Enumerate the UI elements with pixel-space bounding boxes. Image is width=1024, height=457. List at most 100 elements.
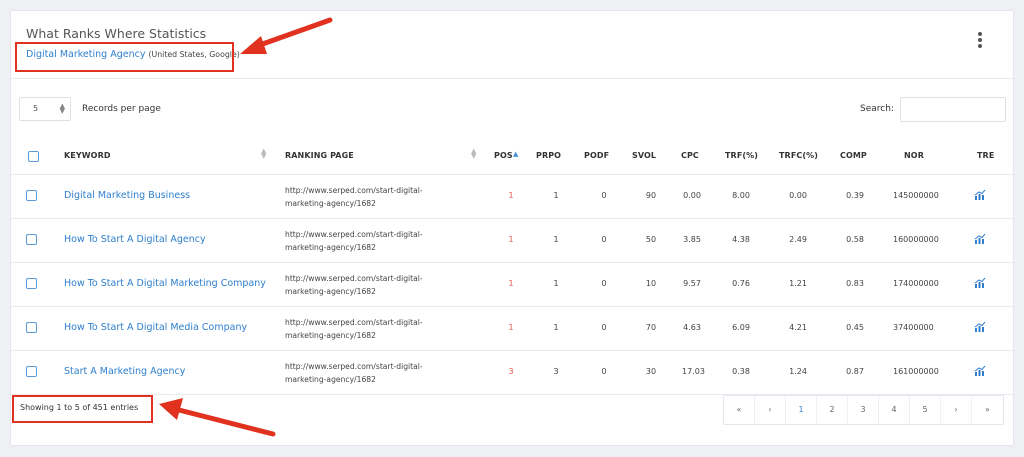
cell-nor: 145000000 [893,191,939,200]
select-all-checkbox[interactable] [28,151,39,162]
cell-comp: 0.83 [846,279,864,288]
col-keyword[interactable]: KEYWORD [64,151,111,160]
cell-prpo: 1 [553,191,559,200]
table-header: KEYWORD ▲ ▼ RANKING PAGE ▲ ▼ POS ▲ PRPO PO… [11,135,1015,175]
trend-chart-icon[interactable] [974,277,986,289]
row-url-line2: marketing-agency/1682 [285,287,376,296]
col-podf[interactable]: PODF [584,151,609,160]
cell-cpc: 9.57 [683,279,701,288]
page-3[interactable]: 3 [848,396,879,424]
row-checkbox[interactable] [26,366,37,377]
trend-chart-icon[interactable] [974,189,986,201]
page-last[interactable]: » [972,396,1003,424]
card-header: What Ranks Where Statistics Digital Mark… [11,11,1015,79]
trend-chart-icon[interactable] [974,365,986,377]
cell-svol: 70 [645,323,657,332]
table-row: How To Start A Digital Media Company http… [11,307,1015,351]
records-per-page-select[interactable]: 5 ▲ ▼ [19,97,71,121]
select-caret-icon: ▲ ▼ [59,102,65,115]
row-ranking-page: http://www.serped.com/start-digital-mark… [285,316,455,342]
annotation-box-keyword [15,42,234,72]
sort-asc-icon[interactable]: ▲ [513,151,518,158]
cell-pos: 1 [508,191,514,200]
page-first[interactable]: « [724,396,755,424]
cell-podf: 0 [601,235,607,244]
cell-comp: 0.58 [846,235,864,244]
cell-trf: 0.76 [732,279,750,288]
cell-cpc: 0.00 [683,191,701,200]
table-row: Digital Marketing Business http://www.ser… [11,175,1015,219]
row-checkbox[interactable] [26,278,37,289]
col-pos[interactable]: POS [494,151,513,160]
col-tre[interactable]: TRE [977,151,994,160]
row-url-line1: http://www.serped.com/start-digital- [285,318,423,327]
table-row: Start A Marketing Agency http://www.serpe… [11,351,1015,395]
cell-trf: 6.09 [732,323,750,332]
annotation-box-entries [12,395,153,423]
trend-chart-icon[interactable] [974,233,986,245]
cell-trf: 8.00 [732,191,750,200]
cell-nor: 161000000 [893,367,939,376]
row-checkbox[interactable] [26,322,37,333]
row-url-line2: marketing-agency/1682 [285,199,376,208]
cell-pos: 1 [508,279,514,288]
cell-prpo: 1 [553,279,559,288]
cell-trfc: 1.24 [789,367,807,376]
cell-cpc: 4.63 [683,323,701,332]
row-keyword-link[interactable]: Start A Marketing Agency [64,366,185,377]
col-cpc[interactable]: CPC [681,151,699,160]
row-ranking-page: http://www.serped.com/start-digital-mark… [285,360,455,386]
cell-pos: 1 [508,235,514,244]
cell-trf: 4.38 [732,235,750,244]
kebab-menu-icon[interactable] [975,31,985,49]
page-next[interactable]: › [941,396,972,424]
cell-trfc: 0.00 [789,191,807,200]
row-keyword-link[interactable]: Digital Marketing Business [64,190,190,201]
sort-arrows-icon[interactable]: ▲ ▼ [471,148,476,160]
card-title: What Ranks Where Statistics [26,26,207,41]
records-per-page-label: Records per page [82,104,161,114]
cell-podf: 0 [601,323,607,332]
cell-trf: 0.38 [732,367,750,376]
cell-trfc: 4.21 [789,323,807,332]
row-checkbox[interactable] [26,234,37,245]
page-5[interactable]: 5 [910,396,941,424]
cell-comp: 0.87 [846,367,864,376]
row-keyword-link[interactable]: How To Start A Digital Media Company [64,322,247,333]
annotation-arrow-top [240,17,333,54]
cell-svol: 10 [645,279,657,288]
page-1[interactable]: 1 [786,396,817,424]
cell-trfc: 1.21 [789,279,807,288]
table-row: How To Start A Digital Marketing Company… [11,263,1015,307]
cell-cpc: 3.85 [683,235,701,244]
col-svol[interactable]: SVOL [632,151,656,160]
row-checkbox[interactable] [26,190,37,201]
row-keyword-link[interactable]: How To Start A Digital Agency [64,234,206,245]
search-label: Search: [860,104,894,114]
search-input[interactable] [900,97,1006,122]
page-4[interactable]: 4 [879,396,910,424]
cell-pos: 1 [508,323,514,332]
row-url-line1: http://www.serped.com/start-digital- [285,274,423,283]
page-2[interactable]: 2 [817,396,848,424]
records-per-page-value: 5 [33,104,39,113]
trend-chart-icon[interactable] [974,321,986,333]
col-nor[interactable]: NOR [904,151,924,160]
row-url-line2: marketing-agency/1682 [285,331,376,340]
cell-nor: 174000000 [893,279,939,288]
col-trfc[interactable]: TRFC(%) [779,151,818,160]
cell-trfc: 2.49 [789,235,807,244]
row-url-line1: http://www.serped.com/start-digital- [285,362,423,371]
row-ranking-page: http://www.serped.com/start-digital-mark… [285,184,455,210]
cell-prpo: 1 [553,323,559,332]
pagination: « ‹ 1 2 3 4 5 › » [723,395,1004,425]
col-comp[interactable]: COMP [840,151,867,160]
row-keyword-link[interactable]: How To Start A Digital Marketing Company [64,278,266,289]
col-trf[interactable]: TRF(%) [725,151,758,160]
col-prpo[interactable]: PRPO [536,151,561,160]
row-url-line2: marketing-agency/1682 [285,243,376,252]
page-prev[interactable]: ‹ [755,396,786,424]
col-ranking-page[interactable]: RANKING PAGE [285,151,354,160]
cell-comp: 0.45 [846,323,864,332]
sort-arrows-icon[interactable]: ▲ ▼ [261,148,266,160]
